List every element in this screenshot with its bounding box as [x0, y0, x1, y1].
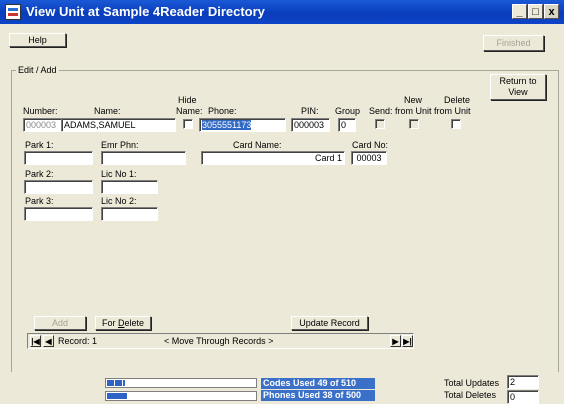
phones-progress-bar	[105, 391, 257, 401]
delete-label-2: from Unit	[434, 106, 471, 116]
phones-progress-fill	[107, 393, 127, 399]
new-from-unit-checkbox[interactable]	[409, 119, 419, 129]
finished-button[interactable]: Finished	[483, 35, 544, 51]
close-button[interactable]: x	[544, 4, 559, 19]
emr-phone-field[interactable]	[101, 151, 186, 165]
hide-label-1: Hide	[178, 95, 197, 105]
group-label: Edit / Add	[16, 65, 59, 75]
lic2-label: Lic No 2:	[101, 196, 137, 206]
emr-phone-label: Emr Phn:	[101, 140, 139, 150]
for-delete-button[interactable]: For Delete	[95, 316, 151, 330]
total-updates-value: 2	[507, 375, 539, 389]
lic2-field[interactable]	[101, 207, 158, 221]
card-no-field[interactable]: 00003	[351, 151, 387, 165]
codes-usage: Codes Used 49 of 510	[261, 378, 375, 389]
first-record-button[interactable]: |◀	[30, 335, 41, 347]
park3-field[interactable]	[24, 207, 93, 221]
codes-progress-bar	[105, 378, 257, 388]
send-label: Send:	[369, 106, 393, 116]
prev-record-button[interactable]: ◀	[43, 335, 54, 347]
park2-label: Park 2:	[25, 169, 54, 179]
record-number: Record: 1	[58, 336, 98, 346]
total-updates-label: Total Updates	[444, 378, 500, 388]
codes-progress-fill	[107, 380, 125, 386]
for-delete-label-c: elete	[124, 318, 145, 328]
card-no-label: Card No:	[352, 140, 389, 150]
group-field-label: Group	[335, 106, 361, 116]
last-record-button[interactable]: ▶|	[402, 335, 413, 347]
group-field[interactable]: 0	[338, 118, 356, 132]
name-label: Name:	[94, 106, 121, 116]
park1-label: Park 1:	[25, 140, 54, 150]
card-name-field[interactable]: Card 1	[201, 151, 345, 165]
return-to-view-button[interactable]: Return to View	[490, 74, 546, 100]
add-button[interactable]: Add	[34, 316, 86, 330]
pin-field[interactable]: 000003	[291, 118, 330, 132]
maximize-button[interactable]: □	[528, 4, 543, 19]
card-name-label: Card Name:	[233, 140, 282, 150]
for-delete-label-a: For	[101, 318, 118, 328]
name-field[interactable]: ADAMS,SAMUEL	[61, 118, 176, 132]
phone-label: Phone:	[208, 106, 237, 116]
phone-field[interactable]: 3055551173	[199, 118, 286, 132]
lic1-field[interactable]	[101, 180, 158, 194]
edit-add-group	[11, 70, 559, 377]
next-record-button[interactable]: ▶	[390, 335, 401, 347]
total-deletes-value: 0	[507, 390, 539, 404]
new-label-1: New	[404, 95, 423, 105]
update-record-button[interactable]: Update Record	[291, 316, 368, 330]
move-through-hint: < Move Through Records >	[164, 336, 274, 346]
minimize-button[interactable]: _	[512, 4, 527, 19]
number-label: Number:	[23, 106, 58, 116]
window-title: View Unit at Sample 4Reader Directory	[26, 4, 265, 19]
lic1-label: Lic No 1:	[101, 169, 137, 179]
pin-label: PIN:	[301, 106, 319, 116]
hide-name-checkbox[interactable]	[183, 119, 193, 129]
phones-usage: Phones Used 38 of 500	[261, 390, 375, 401]
help-button[interactable]: Help	[9, 33, 66, 47]
send-checkbox[interactable]	[375, 119, 385, 129]
return-label-2: View	[508, 87, 528, 97]
park1-field[interactable]	[24, 151, 93, 165]
hide-label-2: Name:	[176, 106, 203, 116]
delete-label-1: Delete	[444, 95, 471, 105]
number-field[interactable]: 000003	[23, 118, 62, 132]
delete-from-unit-checkbox[interactable]	[451, 119, 461, 129]
new-label-2: from Unit	[395, 106, 432, 116]
total-deletes-label: Total Deletes	[444, 390, 497, 400]
return-label-1: Return to	[499, 76, 537, 86]
app-icon	[5, 4, 21, 20]
phone-value: 3055551173	[202, 120, 252, 130]
park3-label: Park 3:	[25, 196, 54, 206]
park2-field[interactable]	[24, 180, 93, 194]
